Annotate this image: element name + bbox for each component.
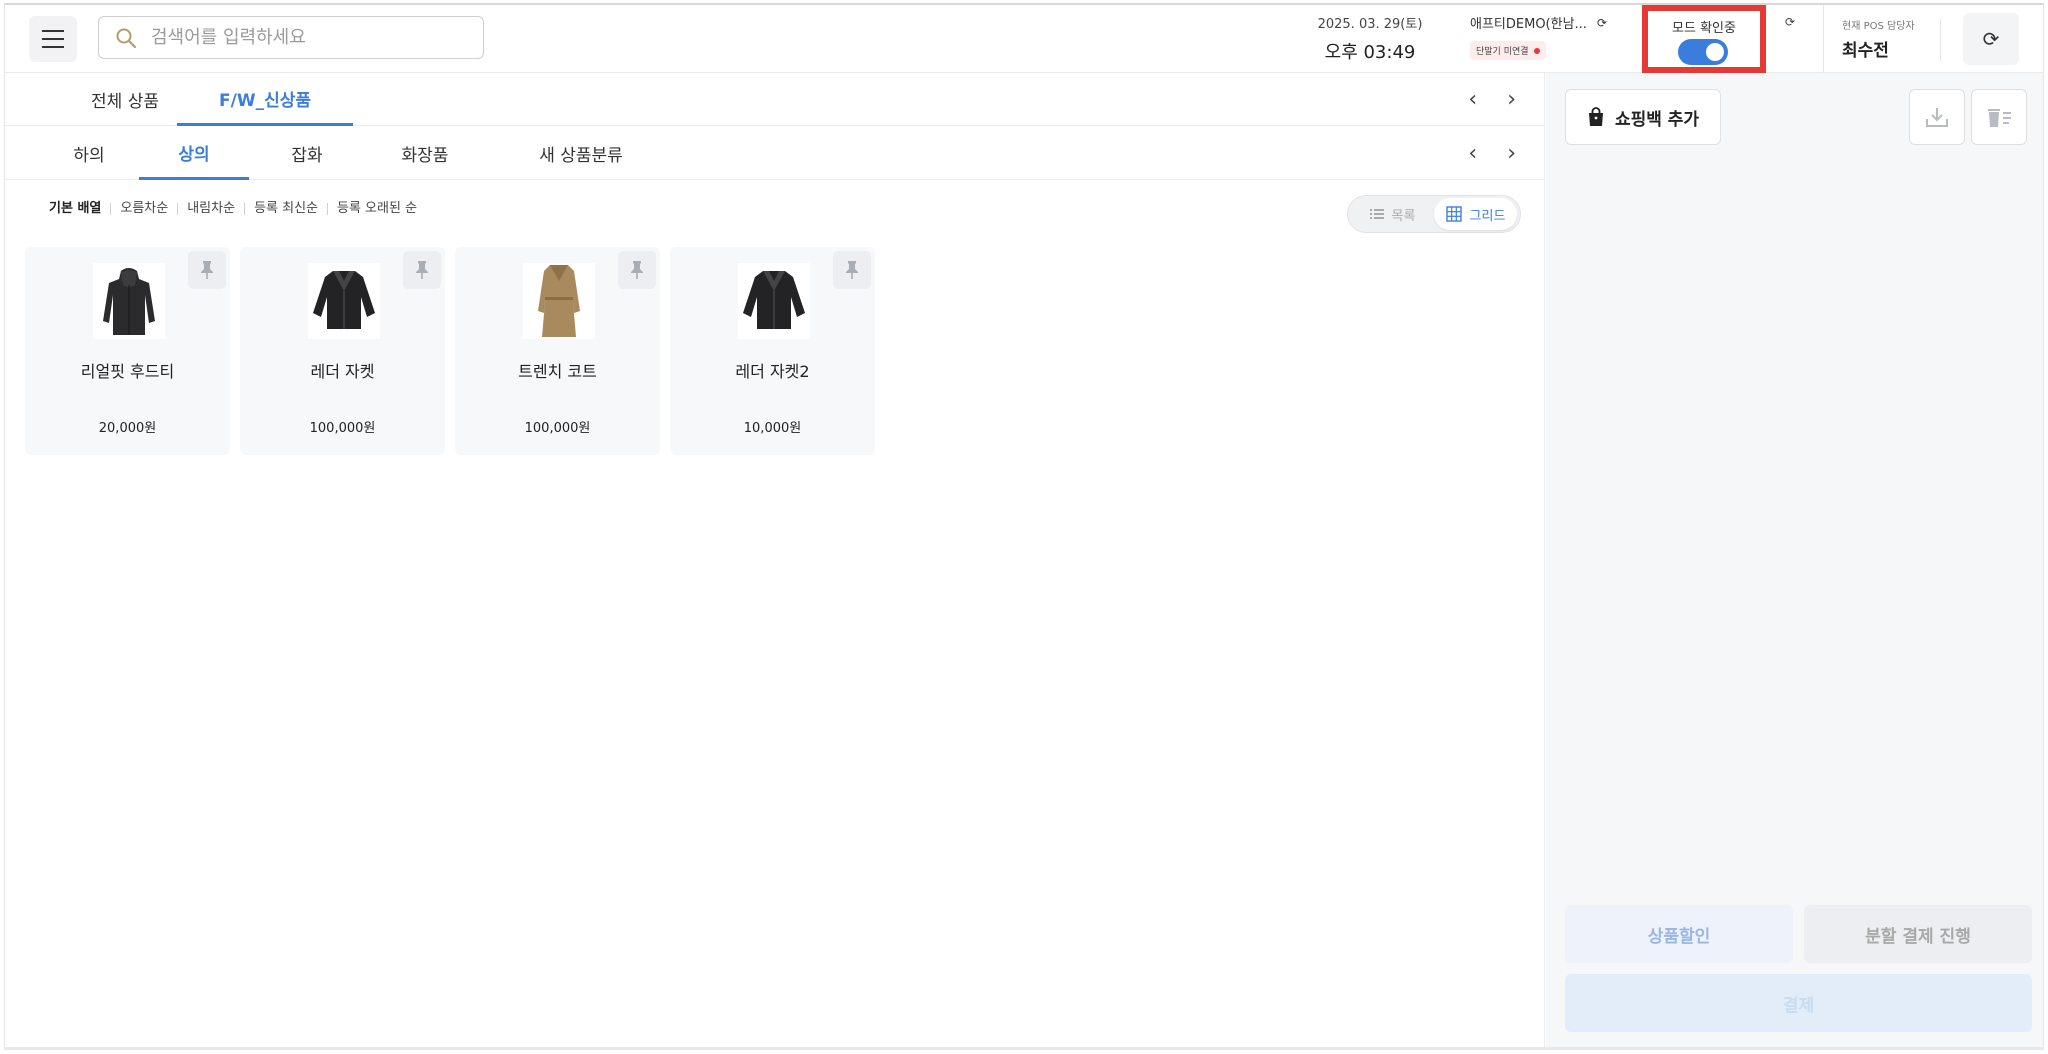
leather-jacket-image bbox=[313, 271, 375, 329]
search-input[interactable] bbox=[151, 27, 451, 48]
refresh-button[interactable]: ⟳ bbox=[1963, 13, 2019, 65]
sort-options: 기본 배열 오름차순 내림차순 등록 최신순 등록 오래된 순 bbox=[49, 202, 426, 215]
current-time: 오후 03:49 bbox=[1324, 42, 1416, 63]
product-price: 100,000원 bbox=[524, 421, 591, 436]
search-box[interactable] bbox=[98, 16, 484, 59]
terminal-status-text: 단말기 미연결 bbox=[1476, 47, 1529, 57]
category-nav: ‹ › bbox=[1468, 73, 1516, 126]
sort-descending[interactable]: 내림차순 bbox=[177, 202, 244, 215]
cart-panel: 쇼핑백 추가 상품할인 분할 결제 진행 결제 bbox=[1546, 73, 2043, 1047]
pos-manager: 현재 POS 담당자 최수전 bbox=[1823, 5, 1915, 73]
list-view-button[interactable]: 목록 bbox=[1351, 198, 1434, 230]
sort-newest[interactable]: 등록 최신순 bbox=[244, 202, 327, 215]
mode-check-panel: 모드 확인중 bbox=[1642, 5, 1766, 73]
product-name: 리얼핏 후드티 bbox=[80, 362, 175, 381]
grid-view-button[interactable]: 그리드 bbox=[1434, 198, 1517, 230]
pin-icon bbox=[631, 261, 643, 279]
category-tabs: 전체 상품 F/W_신상품 ‹ › bbox=[5, 73, 1544, 126]
mode-toggle[interactable] bbox=[1678, 39, 1728, 65]
sort-ascending[interactable]: 오름차순 bbox=[110, 202, 177, 215]
add-shopping-bag-label: 쇼핑백 추가 bbox=[1614, 109, 1700, 130]
current-date: 2025. 03. 29(토) bbox=[1317, 17, 1423, 32]
refresh-icon: ⟳ bbox=[1982, 27, 2000, 51]
grid-icon bbox=[1445, 206, 1462, 222]
store-info: 애프티DEMO(한남... ⟳ 단말기 미연결 bbox=[1470, 13, 1607, 60]
download-icon bbox=[1926, 108, 1948, 127]
shopping-bag-icon bbox=[1588, 107, 1603, 126]
trash-icon bbox=[1988, 109, 2011, 127]
product-grid: 리얼핏 후드티 20,000원 레더 자켓 100,000원 트렌치 코트 10… bbox=[25, 247, 875, 455]
product-card[interactable]: 리얼핏 후드티 20,000원 bbox=[25, 247, 230, 455]
add-shopping-bag-button[interactable]: 쇼핑백 추가 bbox=[1565, 89, 1721, 145]
hamburger-menu-button[interactable] bbox=[29, 16, 77, 62]
pay-button[interactable]: 결제 bbox=[1565, 974, 2032, 1032]
mode-label: 모드 확인중 bbox=[1672, 21, 1736, 36]
tab-bottoms[interactable]: 하의 bbox=[47, 127, 131, 180]
pos-manager-name: 최수전 bbox=[1842, 41, 1889, 61]
product-price: 100,000원 bbox=[309, 421, 376, 436]
toggle-knob bbox=[1706, 43, 1724, 61]
sort-default[interactable]: 기본 배열 bbox=[49, 202, 110, 215]
product-price: 10,000원 bbox=[743, 421, 802, 436]
list-view-label: 목록 bbox=[1391, 208, 1416, 224]
tab-accessories[interactable]: 잡화 bbox=[267, 127, 347, 180]
product-area: 전체 상품 F/W_신상품 ‹ › 하의 상의 잡화 화장품 새 상품분류 ‹ … bbox=[5, 73, 1545, 1047]
hamburger-menu-icon bbox=[42, 27, 64, 51]
split-payment-button[interactable]: 분할 결제 진행 bbox=[1804, 905, 2032, 963]
pin-icon bbox=[416, 261, 428, 279]
grid-view-label: 그리드 bbox=[1469, 208, 1506, 224]
product-price: 20,000원 bbox=[98, 421, 157, 436]
tab-fw-new[interactable]: F/W_신상품 bbox=[177, 73, 353, 126]
top-bar: 2025. 03. 29(토) 오후 03:49 애프티DEMO(한남... ⟳… bbox=[5, 5, 2043, 73]
product-card[interactable]: 레더 자켓2 10,000원 bbox=[670, 247, 875, 455]
product-image bbox=[523, 263, 595, 339]
pin-button[interactable] bbox=[618, 251, 656, 289]
download-button[interactable] bbox=[1909, 89, 1965, 145]
pin-button[interactable] bbox=[403, 251, 441, 289]
product-name: 레더 자켓2 bbox=[735, 362, 810, 381]
subcategory-tabs: 하의 상의 잡화 화장품 새 상품분류 ‹ › bbox=[5, 127, 1544, 180]
chevron-left-icon[interactable]: ‹ bbox=[1468, 141, 1477, 166]
clear-cart-button[interactable] bbox=[1971, 89, 2027, 145]
chevron-right-icon[interactable]: › bbox=[1507, 87, 1516, 112]
pin-button[interactable] bbox=[188, 251, 226, 289]
chevron-left-icon[interactable]: ‹ bbox=[1468, 87, 1477, 112]
product-image bbox=[308, 263, 380, 339]
product-card[interactable]: 트렌치 코트 100,000원 bbox=[455, 247, 660, 455]
sort-oldest[interactable]: 등록 오래된 순 bbox=[327, 202, 426, 215]
product-image bbox=[738, 263, 810, 339]
tab-tops[interactable]: 상의 bbox=[139, 127, 249, 180]
pos-manager-label: 현재 POS 담당자 bbox=[1842, 21, 1915, 32]
product-discount-button[interactable]: 상품할인 bbox=[1565, 905, 1793, 963]
product-card[interactable]: 레더 자켓 100,000원 bbox=[240, 247, 445, 455]
divider bbox=[1940, 19, 1941, 61]
product-name: 레더 자켓 bbox=[310, 362, 375, 381]
hoodie-image bbox=[103, 268, 155, 335]
app-window: 2025. 03. 29(토) 오후 03:49 애프티DEMO(한남... ⟳… bbox=[4, 3, 2044, 1050]
list-icon bbox=[1369, 209, 1384, 219]
store-name: 애프티DEMO(한남... bbox=[1470, 17, 1587, 32]
search-icon bbox=[116, 28, 137, 48]
leather-jacket-image bbox=[743, 271, 805, 329]
tab-cosmetics[interactable]: 화장품 bbox=[377, 127, 473, 180]
product-image bbox=[93, 263, 165, 339]
chevron-right-icon[interactable]: › bbox=[1507, 141, 1516, 166]
pin-button[interactable] bbox=[833, 251, 871, 289]
tab-new-category[interactable]: 새 상품분류 bbox=[511, 127, 651, 180]
status-dot-icon bbox=[1533, 47, 1540, 54]
store-refresh-icon[interactable]: ⟳ bbox=[1597, 16, 1607, 30]
trench-coat-image bbox=[538, 265, 580, 337]
product-name: 트렌치 코트 bbox=[518, 362, 597, 381]
pin-icon bbox=[846, 261, 858, 279]
tab-all-products[interactable]: 전체 상품 bbox=[57, 73, 193, 126]
mode-refresh-icon[interactable]: ⟳ bbox=[1785, 15, 1795, 29]
terminal-status-badge: 단말기 미연결 bbox=[1470, 41, 1546, 60]
subcategory-nav: ‹ › bbox=[1468, 127, 1516, 180]
pin-icon bbox=[201, 261, 213, 279]
datetime-display: 2025. 03. 29(토) 오후 03:49 bbox=[1305, 13, 1435, 64]
view-toggle: 목록 그리드 bbox=[1347, 195, 1521, 233]
